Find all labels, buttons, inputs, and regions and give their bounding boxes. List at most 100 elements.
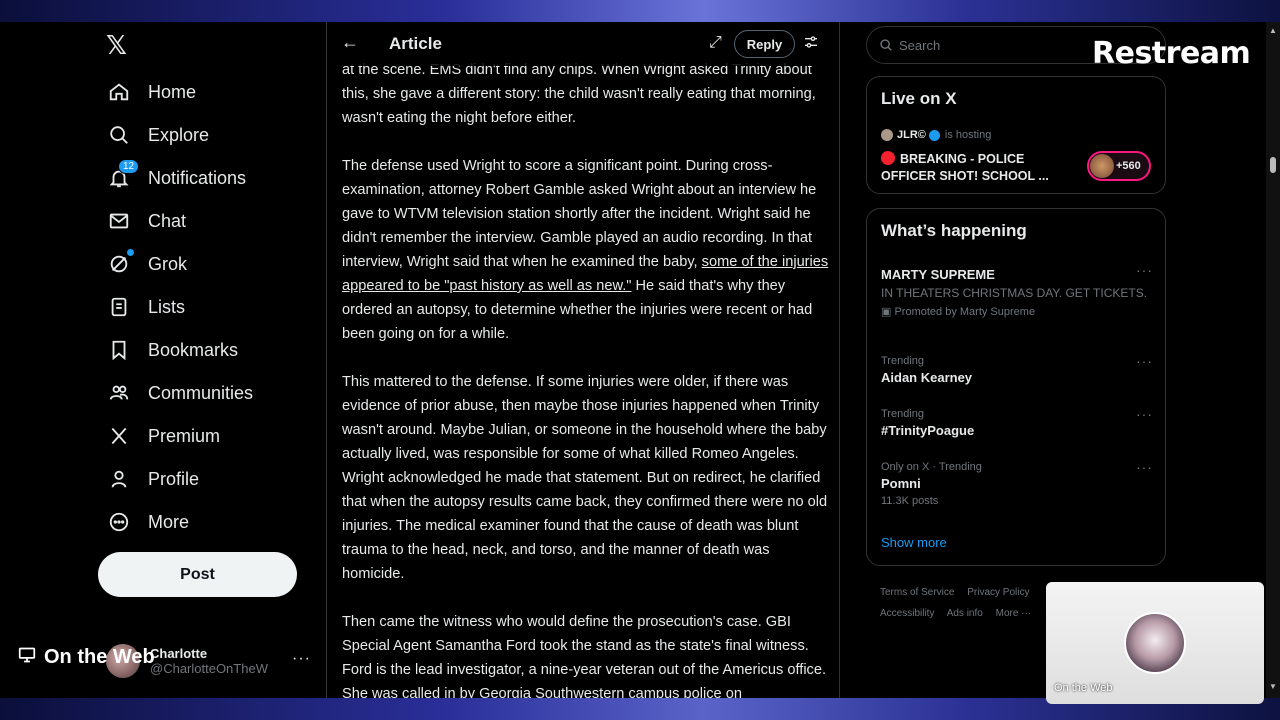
nav-item-more[interactable]: More <box>106 502 189 542</box>
nav-item-grok[interactable]: Grok <box>106 244 187 284</box>
grok-icon <box>106 249 134 277</box>
show-more-link[interactable]: Show more <box>881 535 947 550</box>
trend-name: Pomni <box>881 476 921 491</box>
trend-item[interactable]: Only on X · Trending Pomni 11.3K posts ·… <box>881 459 1153 507</box>
more-dots-icon[interactable]: ··· <box>1136 262 1153 278</box>
grok-dot <box>127 249 134 256</box>
page-scrollbar[interactable]: ▲ ▼ <box>1266 22 1280 698</box>
trend-item[interactable]: Trending Aidan Kearney ··· <box>881 353 1153 385</box>
trend-promo-text: Promoted by Marty Supreme <box>894 306 1036 318</box>
expand-icon[interactable]: ⤢ <box>709 34 722 52</box>
footer-link-accessibility[interactable]: Accessibility <box>880 608 934 619</box>
account-names: Charlotte @CharlotteOnTheW <box>150 646 268 676</box>
host-suffix: is hosting <box>944 129 992 141</box>
trend-item[interactable]: Trending #TrinityPoague ··· <box>881 406 1153 438</box>
nav-label: Communities <box>148 382 254 403</box>
search-icon <box>106 122 132 148</box>
scroll-up-icon[interactable]: ▲ <box>1269 26 1277 35</box>
trend-name: MARTY SUPREME <box>881 267 995 282</box>
nav-item-profile[interactable]: Profile <box>106 459 199 499</box>
more-dots-icon[interactable]: ··· <box>1136 353 1153 369</box>
article-column: ← Article ⤢ Reply at the scene. EMS didn… <box>326 22 840 698</box>
page-title: Article <box>389 34 442 53</box>
nav-item-premium[interactable]: Premium <box>106 416 220 456</box>
more-circle-icon <box>106 509 132 535</box>
show-name: On the Web <box>44 646 155 668</box>
footer-link-privacy[interactable]: Privacy Policy <box>967 587 1029 598</box>
footer-links: Terms of Service Privacy Policy Accessib… <box>880 582 1070 624</box>
footer-link-more[interactable]: More ··· <box>996 608 1032 619</box>
article-body: at the scene. EMS didn't find any chips.… <box>342 58 830 698</box>
verified-icon <box>928 129 940 141</box>
x-logo-icon[interactable]: 𝕏 <box>106 30 134 60</box>
restream-brand-logo: Restream <box>1092 36 1251 71</box>
host-name: JLR© <box>897 129 926 141</box>
stream-frame-top <box>0 0 1280 22</box>
host-line: JLR© is hosting <box>881 129 991 141</box>
more-dots-icon[interactable]: ··· <box>1136 459 1153 475</box>
more-dots-icon[interactable]: ··· <box>292 650 311 668</box>
trend-promo: ▣ Promoted by Marty Supreme <box>881 305 1153 318</box>
trend-item[interactable]: MARTY SUPREME IN THEATERS CHRISTMAS DAY.… <box>881 262 1153 318</box>
nav-label: Chat <box>148 210 187 231</box>
trend-name: Aidan Kearney <box>881 370 973 385</box>
article-paragraph: at the scene. EMS didn't find any chips.… <box>342 62 816 126</box>
list-icon <box>106 294 132 320</box>
nav-item-explore[interactable]: Explore <box>106 115 209 155</box>
nav-item-bookmarks[interactable]: Bookmarks <box>106 330 238 370</box>
mail-icon <box>106 208 132 234</box>
nav-label: Bookmarks <box>148 339 239 360</box>
article-header: ← Article ⤢ Reply <box>327 22 839 66</box>
live-title-text: BREAKING - POLICE OFFICER SHOT! SCHOOL .… <box>881 152 1049 183</box>
scroll-thumb[interactable] <box>1270 157 1276 173</box>
trend-meta: Trending <box>881 408 925 420</box>
reply-button[interactable]: Reply <box>734 30 795 58</box>
more-dots-icon[interactable]: ··· <box>1136 406 1153 422</box>
search-input[interactable] <box>899 37 1119 53</box>
article-paragraph: Then came the witness who would define t… <box>342 614 827 698</box>
bell-icon: 12 <box>106 159 140 191</box>
sliders-icon[interactable] <box>803 34 819 55</box>
scroll-down-icon[interactable]: ▼ <box>1269 682 1277 691</box>
nav-item-lists[interactable]: Lists <box>106 287 185 327</box>
nav-label: Grok <box>148 253 188 274</box>
home-icon <box>106 79 132 105</box>
webcam-label: On the Web <box>1054 682 1113 694</box>
people-icon <box>106 380 132 406</box>
left-nav: 𝕏 Home Explore 12 Notifications Chat Gro… <box>96 22 316 698</box>
live-title[interactable]: BREAKING - POLICE OFFICER SHOT! SCHOOL .… <box>881 151 1061 185</box>
nav-label: Notifications <box>148 167 247 188</box>
person-icon <box>106 466 132 492</box>
trend-desc: IN THEATERS CHRISTMAS DAY. GET TICKETS. <box>881 286 1148 300</box>
trend-name: #TrinityPoague <box>881 423 975 438</box>
listener-avatar <box>1090 154 1114 178</box>
search-icon <box>880 39 892 51</box>
show-name-overlay: On the Web <box>18 646 155 669</box>
card-title: Live on X <box>881 89 957 108</box>
nav-label: Home <box>148 81 197 102</box>
notification-badge: 12 <box>118 159 140 174</box>
listener-count[interactable]: +560 <box>1087 151 1151 181</box>
nav-item-chat[interactable]: Chat <box>106 201 186 241</box>
nav-item-communities[interactable]: Communities <box>106 373 253 413</box>
listener-count-text: +560 <box>1116 160 1141 172</box>
article-paragraph: This mattered to the defense. If some in… <box>342 374 828 582</box>
back-arrow-icon[interactable]: ← <box>341 32 359 53</box>
footer-link-terms[interactable]: Terms of Service <box>880 587 954 598</box>
nav-label: Explore <box>148 124 210 145</box>
post-button[interactable]: Post <box>98 552 297 597</box>
nav-item-home[interactable]: Home <box>106 72 196 112</box>
whats-happening-card: What’s happening MARTY SUPREME IN THEATE… <box>866 208 1166 566</box>
article-paragraph: The defense used Wright to score a signi… <box>342 154 830 346</box>
host-avatar <box>881 129 893 141</box>
live-dot-icon <box>881 151 895 165</box>
nav-item-notifications[interactable]: 12 Notifications <box>106 158 246 198</box>
nav-label: Profile <box>148 468 200 489</box>
monitor-icon <box>18 647 36 668</box>
trend-meta: Only on X · Trending <box>881 461 982 473</box>
account-handle: @CharlotteOnTheW <box>150 661 268 676</box>
nav-label: Lists <box>148 296 186 317</box>
account-name: Charlotte <box>150 646 208 661</box>
footer-link-ads[interactable]: Ads info <box>947 608 983 619</box>
live-on-x-card[interactable]: Live on X JLR© is hosting BREAKING - POL… <box>866 76 1166 194</box>
